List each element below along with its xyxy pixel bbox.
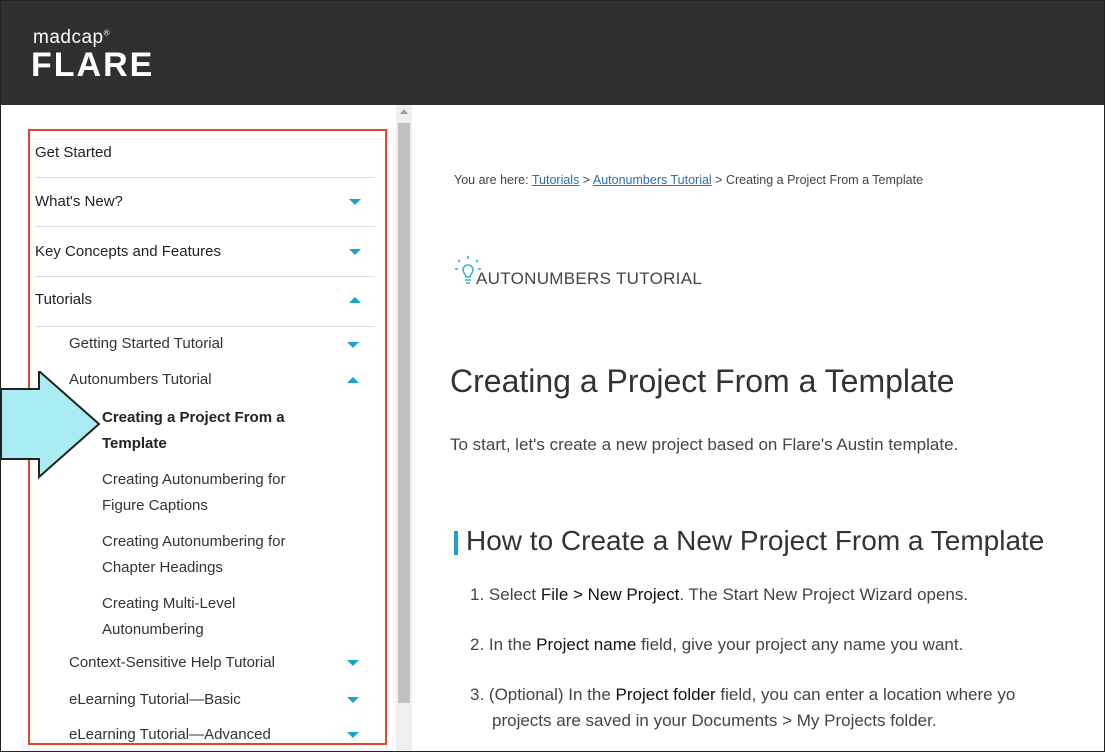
sidebar-item-creating-project-from-template[interactable]: Creating a Project From a Template [102, 407, 285, 455]
sidebar-item-label: Creating Autonumbering for [102, 471, 286, 488]
callout-arrow [1, 371, 101, 480]
sidebar-item-label: Figure Captions [102, 497, 208, 514]
breadcrumb-separator: > [579, 173, 593, 187]
chevron-down-icon[interactable] [347, 660, 359, 666]
chevron-down-icon[interactable] [349, 199, 361, 205]
sidebar-item-tutorials[interactable]: Tutorials [35, 277, 375, 327]
sidebar-item-key-concepts[interactable]: Key Concepts and Features [35, 227, 375, 277]
breadcrumb-current: Creating a Project From a Template [725, 173, 924, 187]
sidebar-item-getting-started-tutorial[interactable]: Getting Started Tutorial [69, 333, 223, 355]
sidebar-item-multi-level-autonumbering[interactable]: Creating Multi-Level Autonumbering [102, 593, 235, 641]
sidebar-item-autonumbering-figure-captions[interactable]: Creating Autonumbering for Figure Captio… [102, 469, 285, 517]
step-1: 1. Select File > New Project. The Start … [470, 585, 969, 604]
sidebar-item-elearning-basic[interactable]: eLearning Tutorial—Basic [69, 689, 241, 711]
chevron-down-icon[interactable] [347, 342, 359, 348]
scroll-up-icon[interactable] [400, 109, 408, 114]
section-heading: How to Create a New Project From a Templ… [466, 525, 1045, 556]
breadcrumb-separator: > [711, 173, 726, 187]
sidebar-item-label: What's New? [35, 193, 123, 210]
chevron-down-icon[interactable] [349, 249, 361, 255]
breadcrumb-link-tutorials[interactable]: Tutorials [532, 173, 579, 187]
sidebar-item-whats-new[interactable]: What's New? [35, 178, 375, 227]
chevron-down-icon[interactable] [347, 732, 359, 738]
breadcrumb-link-autonumbers[interactable]: Autonumbers Tutorial [593, 173, 712, 187]
sidebar-item-label: Creating Autonumbering for [102, 533, 286, 550]
step-3-continued: projects are saved in your Documents > M… [492, 711, 937, 730]
sidebar-item-label: Chapter Headings [102, 559, 223, 576]
step-2: 2. In the Project name field, give your … [470, 635, 964, 654]
page-title: Creating a Project From a Template [450, 363, 955, 399]
heading-accent-bar [454, 531, 458, 555]
sidebar-item-label: Key Concepts and Features [35, 243, 221, 260]
breadcrumb: You are here: Tutorials > Autonumbers Tu… [454, 173, 923, 187]
scrollbar-thumb[interactable] [398, 123, 410, 703]
chevron-up-icon[interactable] [349, 297, 361, 303]
chevron-down-icon[interactable] [347, 697, 359, 703]
sidebar-scrollbar[interactable] [396, 105, 412, 751]
sidebar-item-label: Autonumbering [102, 621, 204, 638]
sidebar-item-autonumbering-chapter-headings[interactable]: Creating Autonumbering for Chapter Headi… [102, 531, 285, 579]
sidebar-item-elearning-advanced[interactable]: eLearning Tutorial—Advanced [69, 724, 271, 746]
sidebar-item-label: Get Started [35, 144, 112, 161]
sidebar-item-label: Creating a Project From a [102, 409, 285, 426]
chevron-up-icon[interactable] [347, 377, 359, 383]
logo-flare[interactable]: FLARE [31, 46, 154, 85]
sidebar-item-get-started[interactable]: Get Started [35, 129, 375, 178]
site-header: madcap® FLARE [1, 1, 1104, 105]
breadcrumb-prefix: You are here: [454, 173, 532, 187]
sidebar-item-label: Tutorials [35, 291, 92, 308]
app-window: madcap® FLARE Get Started What's New? Ke… [0, 0, 1105, 752]
intro-paragraph: To start, let's create a new project bas… [450, 435, 959, 454]
main-content: You are here: Tutorials > Autonumbers Tu… [412, 105, 1104, 751]
step-3: 3. (Optional) In the Project folder fiel… [470, 685, 1016, 704]
sidebar-item-context-sensitive-help-tutorial[interactable]: Context-Sensitive Help Tutorial [69, 652, 275, 674]
sidebar-item-label: Template [102, 435, 167, 452]
tutorial-label: AUTONUMBERS TUTORIAL [476, 269, 703, 288]
sidebar-item-label: Creating Multi-Level [102, 595, 236, 612]
